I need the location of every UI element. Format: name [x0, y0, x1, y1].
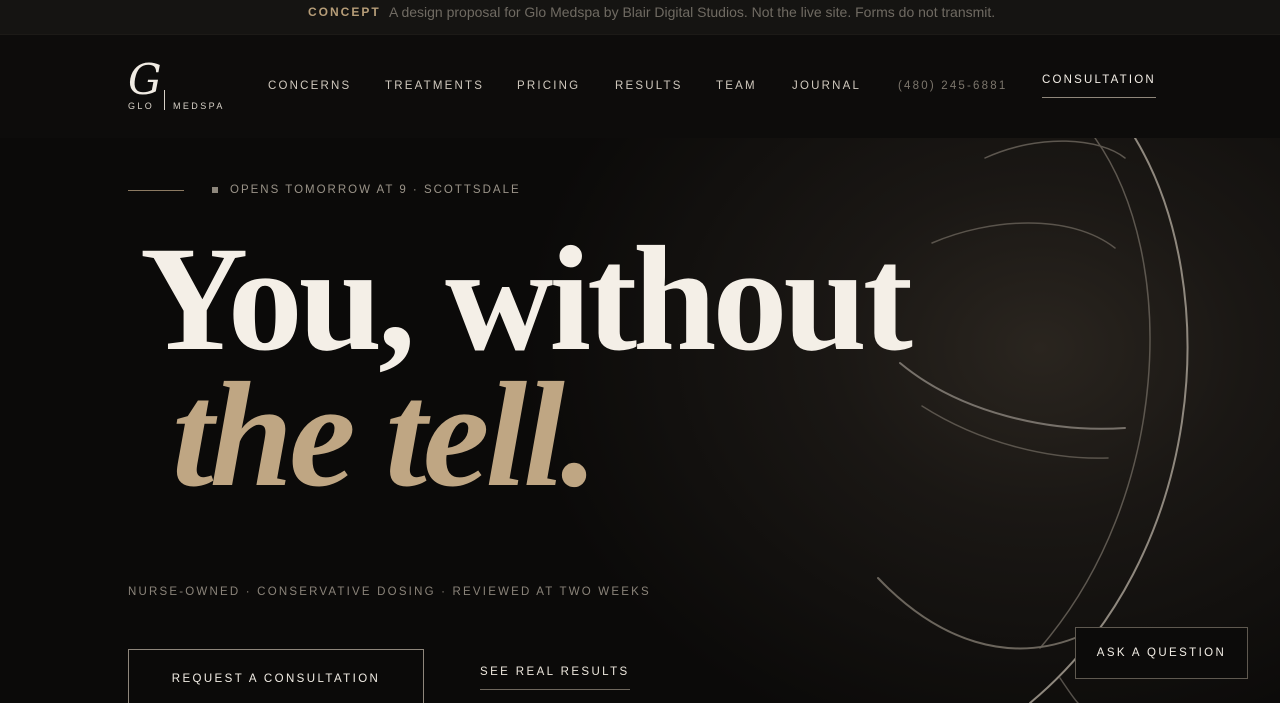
concept-tag: CONCEPT — [308, 5, 381, 19]
concept-banner: CONCEPT A design proposal for Glo Medspa… — [0, 0, 1280, 35]
eyebrow-rule — [128, 190, 184, 191]
logo-wordmark-right: MEDSPA — [173, 101, 225, 111]
nav-results[interactable]: RESULTS — [615, 80, 683, 92]
nav-phone-link[interactable]: (480) 245-6881 — [898, 80, 1007, 92]
nav-concerns[interactable]: CONCERNS — [268, 80, 351, 92]
logo-monogram: G — [128, 55, 162, 104]
ask-question-button[interactable]: ASK A QUESTION — [1075, 627, 1248, 679]
status-dot-icon — [212, 187, 218, 193]
nav-journal[interactable]: JOURNAL — [792, 80, 861, 92]
hero-proof-points: NURSE-OWNED · CONSERVATIVE DOSING · REVI… — [128, 586, 651, 598]
hero-headline-line2: the tell. — [172, 352, 598, 518]
request-consultation-button[interactable]: REQUEST A CONSULTATION — [128, 649, 424, 703]
nav-pricing[interactable]: PRICING — [517, 80, 580, 92]
logo-divider — [164, 90, 165, 110]
concept-disclaimer: A design proposal for Glo Medspa by Blai… — [389, 4, 996, 20]
nav-treatments[interactable]: TREATMENTS — [385, 80, 484, 92]
see-results-link[interactable]: SEE REAL RESULTS — [480, 666, 630, 690]
nav-consultation-button[interactable]: CONSULTATION — [1042, 74, 1156, 98]
nav-team[interactable]: TEAM — [716, 80, 757, 92]
opening-hours-eyebrow: OPENS TOMORROW AT 9 · SCOTTSDALE — [230, 184, 521, 196]
logo-wordmark-left: GLO — [128, 101, 155, 111]
